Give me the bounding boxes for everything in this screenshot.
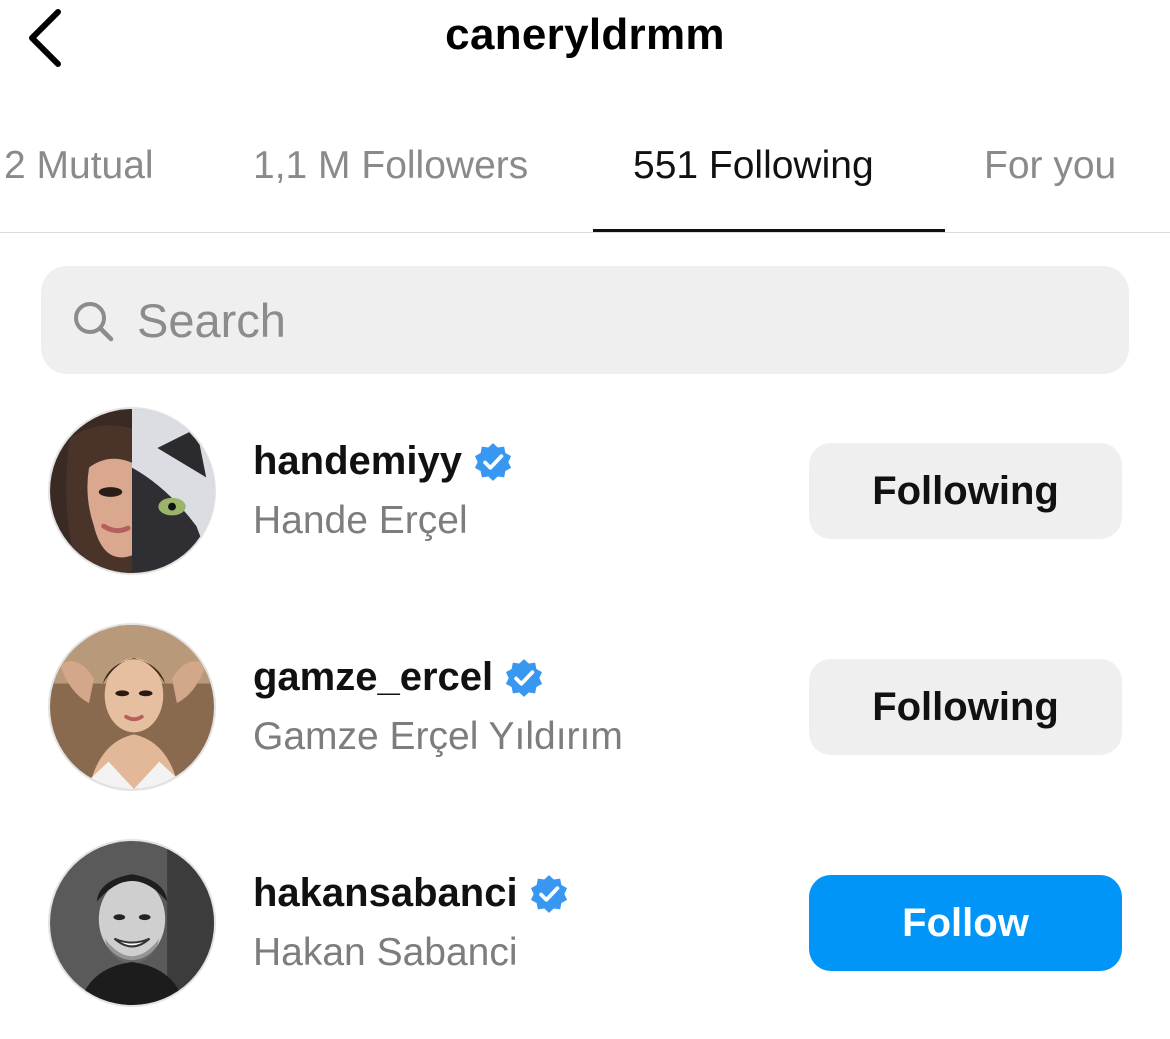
avatar-image xyxy=(50,409,214,573)
following-button[interactable]: Following xyxy=(809,443,1122,539)
full-name: Hakan Sabanci xyxy=(253,931,518,974)
search-bar[interactable] xyxy=(41,266,1129,374)
list-item: gamze_ercel Gamze Erçel Yıldırım Followi… xyxy=(0,623,1170,793)
verified-badge-icon xyxy=(474,442,512,481)
verified-badge-icon xyxy=(530,874,567,913)
search-icon xyxy=(74,302,114,342)
full-name: Hande Erçel xyxy=(253,499,468,542)
avatar-image xyxy=(50,841,214,1005)
tab-bar: 2 Mutual 1,1 M Followers 551 Following F… xyxy=(0,120,1170,232)
username-link[interactable]: gamze_ercel xyxy=(253,655,545,700)
username-link[interactable]: handemiyy xyxy=(253,439,514,484)
username-text: hakansabanci xyxy=(253,871,518,915)
list-item: hakansabanci Hakan Sabanci Follow xyxy=(0,839,1170,1009)
search-input[interactable] xyxy=(137,288,1097,352)
tabs-divider xyxy=(0,232,1170,233)
top-bar: caneryldrmm xyxy=(0,0,1170,80)
avatar-image xyxy=(50,625,214,789)
username-text: handemiyy xyxy=(253,439,462,483)
tab-followers[interactable]: 1,1 M Followers xyxy=(253,144,528,188)
list-item: handemiyy Hande Erçel Following xyxy=(0,407,1170,577)
follow-button[interactable]: Follow xyxy=(809,875,1122,971)
username-text: gamze_ercel xyxy=(253,655,494,699)
verified-badge-icon xyxy=(506,658,543,697)
tab-following[interactable]: 551 Following xyxy=(633,144,874,188)
following-button[interactable]: Following xyxy=(809,659,1122,755)
tab-mutual[interactable]: 2 Mutual xyxy=(4,144,154,188)
username-link[interactable]: hakansabanci xyxy=(253,871,570,916)
avatar[interactable] xyxy=(48,407,216,575)
profile-username-title: caneryldrmm xyxy=(445,10,725,59)
avatar[interactable] xyxy=(48,839,216,1007)
avatar[interactable] xyxy=(48,623,216,791)
full-name: Gamze Erçel Yıldırım xyxy=(253,715,623,758)
tab-for-you[interactable]: For you xyxy=(984,144,1116,188)
